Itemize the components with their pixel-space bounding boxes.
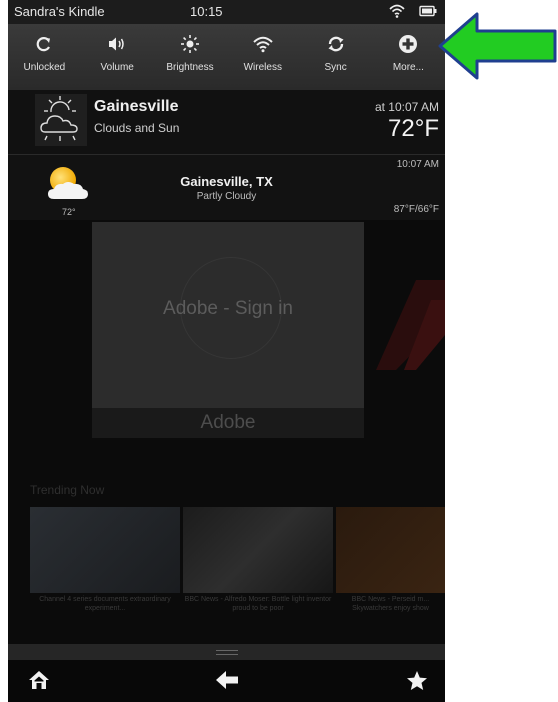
weather-temperature: 72°F [388,115,439,142]
favorites-icon[interactable] [406,670,428,696]
wifi-icon [389,3,405,22]
plus-icon [398,24,418,64]
navigation-bar [8,660,445,702]
trending-item: Channel 4 series documents extraordinary… [30,507,180,617]
trending-item: BBC News - Alfredo Moser: Bottle light i… [183,507,333,617]
adobe-logo-fragment [366,280,445,370]
quick-setting-wireless[interactable]: Wireless [226,24,299,90]
weather-notification-secondary[interactable]: 72° Gainesville, TX Partly Cloudy 10:07 … [8,155,445,220]
sync-icon [326,24,346,64]
quick-setting-sync[interactable]: Sync [299,24,372,90]
quick-settings-bar: Unlocked Volume Brightness Wireless Sync [8,24,445,90]
volume-icon [107,24,127,64]
quick-setting-unlocked[interactable]: Unlocked [8,24,81,90]
quick-setting-volume[interactable]: Volume [81,24,154,90]
trending-item: BBC News - Perseid m... Skywatchers enjo… [336,507,445,617]
weather-icon-temperature: 72° [62,207,76,217]
quick-setting-brightness[interactable]: Brightness [154,24,227,90]
weather-hi-lo: 87°F/66°F [393,204,439,215]
weather-city: Gainesville [94,98,179,115]
annotation-arrow-icon [437,11,558,86]
kindle-screen: Sandra's Kindle 10:15 Unlocked Volume Br… [8,0,445,702]
weather-city: Gainesville, TX [180,174,273,189]
back-icon[interactable] [215,670,239,695]
status-time: 10:15 [190,4,223,19]
status-bar[interactable]: Sandra's Kindle 10:15 [8,0,445,24]
weather-time: 10:07 AM [396,159,439,170]
battery-icon [419,3,437,22]
carousel-card: Adobe - Sign in [92,222,364,408]
quick-setting-more[interactable]: More... [372,24,445,90]
drawer-handle[interactable] [8,644,445,660]
dimmed-carousel-background: Adobe - Sign in Adobe Trending Now Chann… [8,220,445,644]
weather-condition: Clouds and Sun [94,121,180,135]
device-owner: Sandra's Kindle [14,4,105,19]
grip-icon [216,650,238,655]
card-caption: Adobe [92,408,364,438]
rotation-unlocked-icon [35,24,53,64]
weather-updated-time: at 10:07 AM [374,100,439,114]
trending-now-label: Trending Now [30,483,105,497]
home-icon[interactable] [28,670,50,695]
wireless-icon [253,24,273,64]
trending-thumbnails: Channel 4 series documents extraordinary… [30,507,445,617]
brightness-icon [180,24,200,64]
partly-cloudy-icon [35,94,87,146]
weather-notification-primary[interactable]: Gainesville Clouds and Sun at 10:07 AM 7… [8,90,445,155]
card-title: Adobe - Sign in [163,298,293,319]
weather-condition: Partly Cloudy [196,191,257,202]
